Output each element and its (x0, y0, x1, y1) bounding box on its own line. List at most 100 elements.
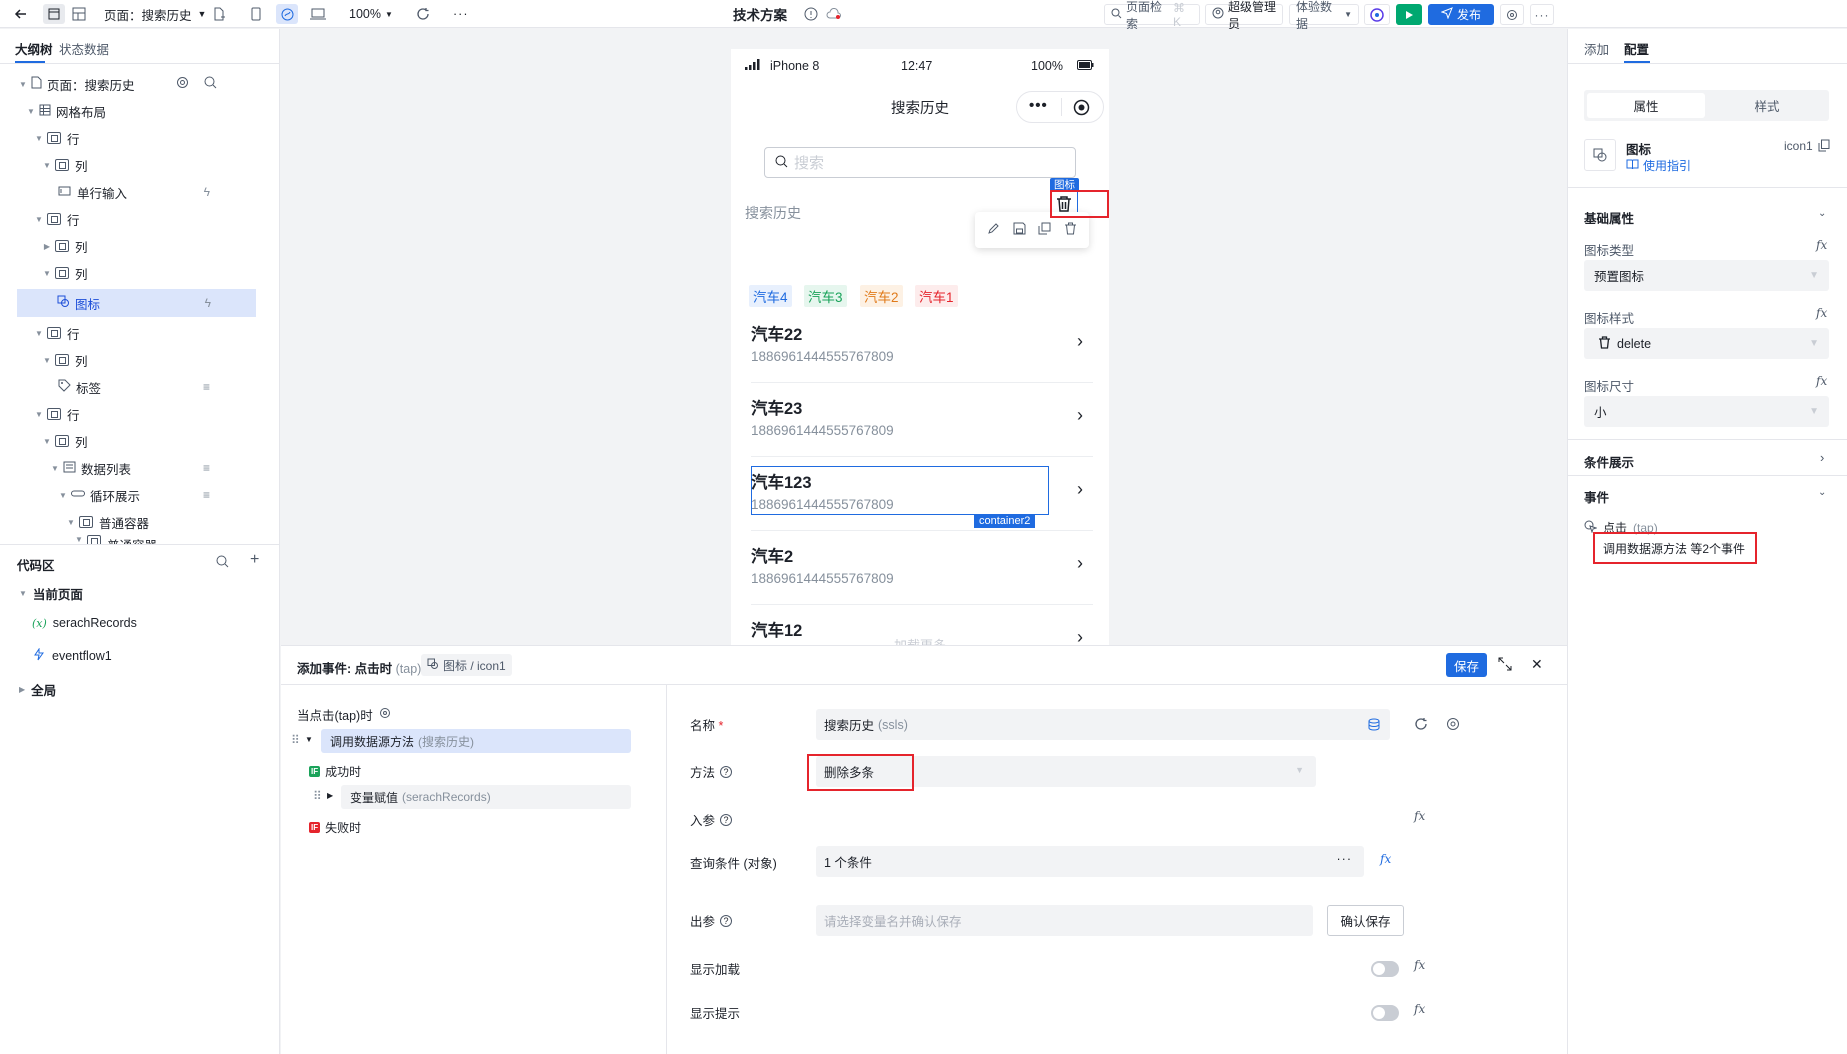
more-icon[interactable]: ··· (453, 0, 469, 28)
caret-right-icon[interactable]: ▶ (327, 791, 333, 800)
help-icon[interactable]: ? (720, 813, 733, 826)
more-dots-icon[interactable]: ••• (1029, 97, 1048, 114)
history-tag[interactable]: 汽车4 (749, 285, 792, 307)
drag-handle-icon[interactable]: ⠿ (291, 733, 300, 747)
preview-eye-icon[interactable] (1364, 4, 1390, 25)
save-button[interactable]: 保存 (1446, 653, 1487, 677)
help-icon[interactable]: ? (720, 765, 733, 778)
search-icon[interactable] (204, 76, 217, 92)
history-tag[interactable]: 汽车1 (915, 285, 958, 307)
fx-icon[interactable]: fx (1414, 958, 1425, 972)
code-group-current[interactable]: ▼ 当前页面 (19, 584, 83, 603)
flow-node-assign[interactable]: 变量赋值 (serachRecords) (341, 785, 631, 809)
zoom-select[interactable]: 100% ▼ (349, 0, 393, 28)
close-icon[interactable]: ✕ (1531, 656, 1543, 673)
delete-icon[interactable] (1064, 222, 1077, 238)
tab-state-data[interactable]: 状态数据 (59, 39, 109, 58)
fx-icon[interactable]: fx (1816, 238, 1827, 252)
tree-node-row[interactable]: ▼ 行 (18, 205, 256, 233)
flow-branch-success[interactable]: IF 成功时 (309, 763, 361, 780)
refresh-icon[interactable] (416, 0, 430, 28)
icon-size-select[interactable]: 小 ▼ (1584, 396, 1829, 427)
code-item-eventflow[interactable]: eventflow1 (33, 647, 112, 664)
flow-node-call[interactable]: 调用数据源方法 (搜索历史) (321, 729, 631, 753)
tree-node-input[interactable]: 单行输入 ϟ (18, 178, 256, 206)
expand-icon[interactable] (1498, 657, 1512, 674)
tree-node-row[interactable]: ▼ 行 (18, 124, 256, 152)
chevron-down-icon[interactable]: ⌄ (1818, 208, 1826, 219)
tree-node-col[interactable]: ▼ 列 (18, 346, 256, 374)
icon-style-select[interactable]: delete ▼ (1584, 328, 1829, 359)
chevron-right-icon[interactable]: › (1820, 450, 1824, 465)
database-icon[interactable]: ≡ (203, 488, 210, 502)
drag-handle-icon[interactable]: ⠿ (313, 789, 322, 803)
fx-icon[interactable]: fx (1414, 1002, 1425, 1016)
tree-node-col[interactable]: ▶ 列 (18, 232, 256, 260)
list-card[interactable]: 汽车23 1886961444555767809 › (751, 383, 1093, 457)
tree-node-container[interactable]: ▼ 普通容器 (18, 508, 256, 536)
user-menu[interactable]: 超级管理员 (1205, 0, 1283, 31)
tip-toggle[interactable] (1371, 1005, 1399, 1021)
component-breadcrumb[interactable]: 图标 / icon1 (421, 654, 512, 676)
database-icon[interactable]: ≡ (203, 380, 210, 394)
layout-view-icon[interactable] (72, 0, 86, 28)
mobile-device-icon[interactable] (251, 0, 261, 28)
copy-icon[interactable] (1038, 222, 1051, 238)
list-card[interactable]: 汽车2 1886961444555767809 › (751, 531, 1093, 605)
icon-type-select[interactable]: 预置图标 ▼ (1584, 260, 1829, 291)
tab-add[interactable]: 添加 (1584, 39, 1609, 58)
list-card[interactable]: 汽车22 1886961444555767809 › (751, 309, 1093, 383)
section-events[interactable]: 事件 (1584, 487, 1609, 506)
tree-node-col[interactable]: ▼ 列 (18, 259, 256, 287)
more-icon[interactable]: ··· (1337, 852, 1353, 866)
database-icon[interactable]: ≡ (203, 461, 210, 475)
fx-icon[interactable]: fx (1380, 852, 1391, 866)
settings-icon[interactable] (379, 707, 391, 722)
copy-icon[interactable] (1818, 139, 1830, 155)
refresh-icon[interactable] (1414, 717, 1428, 734)
search-icon[interactable] (216, 555, 229, 571)
tree-node-datalist[interactable]: ▼ 数据列表 ≡ (18, 454, 256, 482)
tree-node-icon-selected[interactable]: 图标 ϟ (17, 289, 256, 317)
page-search-button[interactable]: 页面检索 ⌘ K (1104, 0, 1200, 31)
query-field[interactable]: 1 个条件 ··· (816, 846, 1364, 877)
lightning-icon[interactable]: ϟ (204, 185, 210, 199)
history-tag[interactable]: 汽车3 (804, 285, 847, 307)
publish-button[interactable]: 发布 (1428, 4, 1494, 25)
code-item-variable[interactable]: (x) serachRecords (32, 616, 137, 630)
tree-node-row[interactable]: ▼ 行 (18, 400, 256, 428)
search-input[interactable]: 搜索 (764, 147, 1076, 178)
page-selector[interactable]: 页面：搜索历史 ▼ (104, 0, 206, 28)
close-target-icon[interactable] (1073, 99, 1090, 119)
outline-view-icon[interactable] (43, 0, 65, 28)
cloud-sync-icon[interactable] (826, 0, 842, 28)
tab-config[interactable]: 配置 (1624, 39, 1649, 58)
history-tag[interactable]: 汽车2 (860, 285, 903, 307)
section-basic[interactable]: 基础属性 (1584, 208, 1634, 227)
code-group-global[interactable]: ▶ 全局 (19, 680, 56, 699)
add-icon[interactable]: + (250, 551, 259, 569)
edit-icon[interactable] (987, 222, 1000, 238)
settings-icon[interactable] (176, 76, 189, 92)
segment-style[interactable]: 样式 (1708, 93, 1826, 118)
list-card[interactable]: 汽车123 1886961444555767809 › container2 (751, 457, 1093, 531)
tree-node-loop[interactable]: ▼ 循环展示 ≡ (18, 481, 256, 509)
tree-node-grid[interactable]: ▼ 网格布局 (18, 97, 256, 125)
add-page-icon[interactable] (212, 0, 226, 28)
name-field[interactable]: 搜索历史 (ssls) (816, 709, 1390, 740)
flow-branch-fail[interactable]: IF 失败时 (309, 819, 361, 836)
tree-node-col[interactable]: ▼ 列 (18, 427, 256, 455)
confirm-save-button[interactable]: 确认保存 (1327, 905, 1404, 936)
tab-outline-tree[interactable]: 大纲树 (15, 39, 53, 58)
tree-node-col[interactable]: ▼ 列 (18, 151, 256, 179)
guide-link[interactable]: 使用指引 (1626, 157, 1691, 174)
chevron-down-icon[interactable]: ⌄ (1818, 487, 1826, 498)
lightning-icon[interactable]: ϟ (205, 296, 211, 310)
loading-toggle[interactable] (1371, 961, 1399, 977)
fx-icon[interactable]: fx (1816, 374, 1827, 388)
section-condition[interactable]: 条件展示 (1584, 452, 1634, 471)
env-select[interactable]: 体验数据 ▼ (1289, 0, 1359, 31)
run-play-icon[interactable] (1396, 4, 1422, 25)
tree-node-row[interactable]: ▼ 行 (18, 319, 256, 347)
mini-program-icon[interactable] (276, 0, 298, 28)
